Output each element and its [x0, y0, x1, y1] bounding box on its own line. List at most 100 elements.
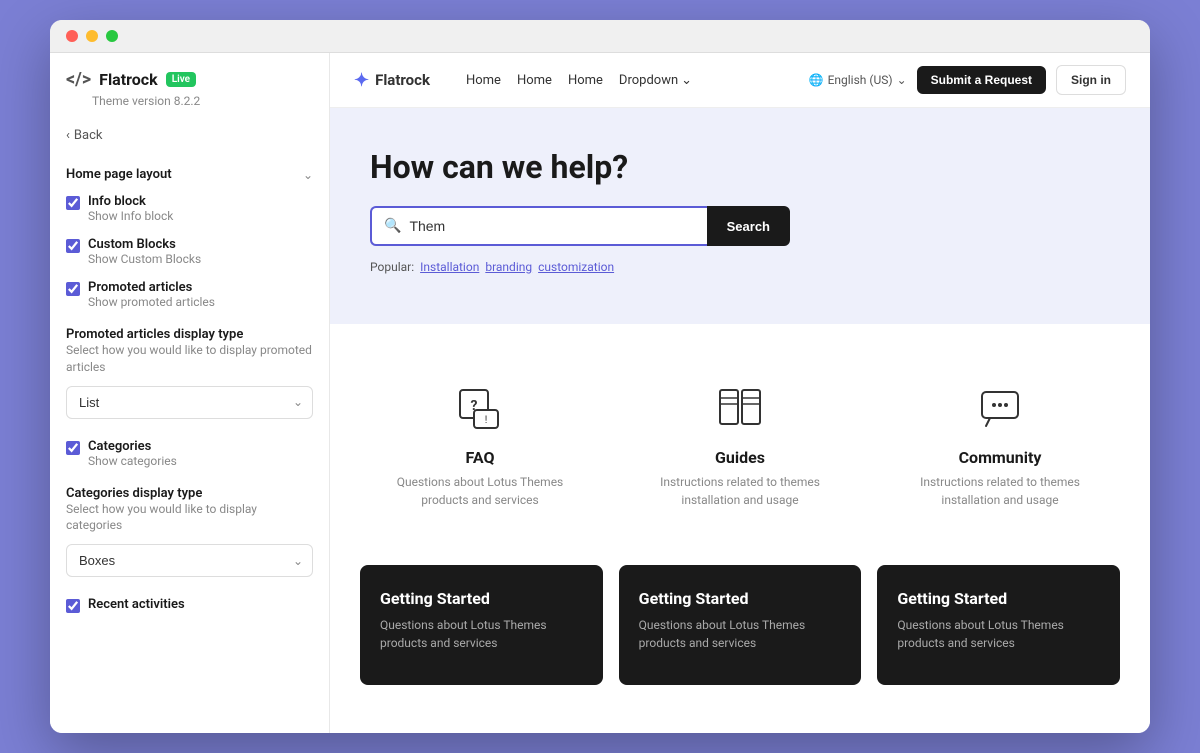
community-icon	[972, 380, 1028, 436]
language-label: English (US)	[828, 73, 893, 87]
nav-right: 🌐 English (US) ⌄ Submit a Request Sign i…	[809, 65, 1126, 95]
faq-card[interactable]: ? ! FAQ Questions about Lotus Themes pro…	[360, 360, 600, 529]
chevron-down-icon: ⌄	[303, 168, 313, 182]
browser-chrome	[50, 20, 1150, 53]
gs-title-2: Getting Started	[639, 589, 842, 608]
info-block-item: Info block Show Info block	[66, 194, 313, 223]
nav-dropdown[interactable]: Dropdown ⌄	[619, 73, 692, 88]
back-arrow-icon: ‹	[66, 128, 70, 143]
guides-card[interactable]: Guides Instructions related to themes in…	[620, 360, 860, 529]
navbar-brand: ✦ Flatrock	[354, 70, 430, 91]
faq-description: Questions about Lotus Themes products an…	[390, 473, 570, 509]
community-description: Instructions related to themes installat…	[910, 473, 1090, 509]
search-icon: 🔍	[384, 218, 401, 234]
popular-link-installation[interactable]: Installation	[420, 260, 479, 274]
gs-desc-3: Questions about Lotus Themes products an…	[897, 616, 1100, 652]
brand-icon: ✦	[354, 70, 369, 91]
recent-activities-checkbox[interactable]	[66, 599, 80, 613]
language-chevron-icon: ⌄	[897, 73, 907, 87]
popular-links: Popular: Installation branding customiza…	[370, 260, 1110, 274]
nav-links: Home Home Home Dropdown ⌄	[466, 73, 789, 88]
sign-in-button[interactable]: Sign in	[1056, 65, 1126, 95]
nav-home-2[interactable]: Home	[517, 73, 552, 88]
svg-text:!: !	[485, 415, 488, 426]
nav-home-1[interactable]: Home	[466, 73, 501, 88]
minimize-dot[interactable]	[86, 30, 98, 42]
info-block-sublabel: Show Info block	[88, 209, 173, 223]
custom-blocks-sublabel: Show Custom Blocks	[88, 252, 201, 266]
promoted-display-select-wrapper: List Grid Carousel ⌄	[66, 386, 313, 419]
hero-title: How can we help?	[370, 148, 1110, 186]
close-dot[interactable]	[66, 30, 78, 42]
sidebar-version: Theme version 8.2.2	[92, 94, 313, 108]
categories-display-select-wrapper: Boxes List Grid ⌄	[66, 544, 313, 577]
brand-name: Flatrock	[375, 71, 430, 89]
navbar: ✦ Flatrock Home Home Home Dropdown ⌄ 🌐 E…	[330, 53, 1150, 108]
back-label: Back	[74, 128, 103, 143]
promoted-display-title: Promoted articles display type	[66, 327, 243, 342]
gs-desc-1: Questions about Lotus Themes products an…	[380, 616, 583, 652]
promoted-display-description: Select how you would like to display pro…	[66, 342, 313, 376]
section-home-page-layout: Home page layout ⌄	[66, 167, 313, 182]
language-selector[interactable]: 🌐 English (US) ⌄	[809, 73, 907, 87]
search-input-wrapper: 🔍	[370, 206, 707, 246]
categories-sublabel: Show categories	[88, 454, 177, 468]
popular-link-customization[interactable]: customization	[538, 260, 614, 274]
gs-title-1: Getting Started	[380, 589, 583, 608]
dropdown-chevron-icon: ⌄	[681, 73, 692, 88]
promoted-articles-item: Promoted articles Show promoted articles	[66, 280, 313, 309]
getting-started-card-2[interactable]: Getting Started Questions about Lotus Th…	[619, 565, 862, 685]
sidebar: </> Flatrock Live Theme version 8.2.2 ‹ …	[50, 53, 330, 733]
categories-display-select[interactable]: Boxes List Grid	[66, 544, 313, 577]
categories-checkbox[interactable]	[66, 441, 80, 455]
sidebar-header: </> Flatrock Live	[66, 69, 313, 90]
logo-icon: </>	[66, 69, 91, 90]
guides-title: Guides	[715, 448, 765, 467]
recent-activities-item: Recent activities	[66, 597, 313, 613]
custom-blocks-checkbox[interactable]	[66, 239, 80, 253]
community-title: Community	[959, 448, 1042, 467]
nav-home-3[interactable]: Home	[568, 73, 603, 88]
gs-desc-2: Questions about Lotus Themes products an…	[639, 616, 842, 652]
search-button[interactable]: Search	[707, 206, 790, 246]
getting-started-section: Getting Started Questions about Lotus Th…	[330, 565, 1150, 715]
section-home-page-title: Home page layout	[66, 167, 172, 182]
categories-display-description: Select how you would like to display cat…	[66, 501, 313, 535]
categories-display-section: Categories display type Select how you w…	[66, 482, 313, 578]
categories-item: Categories Show categories	[66, 439, 313, 468]
custom-blocks-label: Custom Blocks	[88, 237, 201, 252]
categories-display-title: Categories display type	[66, 486, 202, 501]
recent-activities-label: Recent activities	[88, 597, 185, 612]
getting-started-card-3[interactable]: Getting Started Questions about Lotus Th…	[877, 565, 1120, 685]
back-link[interactable]: ‹ Back	[66, 124, 313, 147]
live-badge: Live	[166, 72, 196, 87]
promoted-articles-label: Promoted articles	[88, 280, 215, 295]
faq-icon: ? !	[452, 380, 508, 436]
info-block-label: Info block	[88, 194, 173, 209]
hero-section: How can we help? 🔍 Search Popular: Insta…	[330, 108, 1150, 324]
maximize-dot[interactable]	[106, 30, 118, 42]
cards-section: ? ! FAQ Questions about Lotus Themes pro…	[330, 324, 1150, 565]
sidebar-title: Flatrock	[99, 70, 158, 89]
community-card[interactable]: Community Instructions related to themes…	[880, 360, 1120, 529]
popular-link-branding[interactable]: branding	[485, 260, 532, 274]
categories-label: Categories	[88, 439, 177, 454]
promoted-articles-checkbox[interactable]	[66, 282, 80, 296]
search-bar: 🔍 Search	[370, 206, 790, 246]
gs-title-3: Getting Started	[897, 589, 1100, 608]
popular-label: Popular:	[370, 260, 414, 274]
browser-window: </> Flatrock Live Theme version 8.2.2 ‹ …	[50, 20, 1150, 733]
search-input[interactable]	[409, 208, 694, 244]
browser-content: </> Flatrock Live Theme version 8.2.2 ‹ …	[50, 53, 1150, 733]
promoted-display-section: Promoted articles display type Select ho…	[66, 323, 313, 419]
guides-icon	[712, 380, 768, 436]
promoted-articles-sublabel: Show promoted articles	[88, 295, 215, 309]
info-block-checkbox[interactable]	[66, 196, 80, 210]
main-content: ✦ Flatrock Home Home Home Dropdown ⌄ 🌐 E…	[330, 53, 1150, 733]
promoted-display-select[interactable]: List Grid Carousel	[66, 386, 313, 419]
dropdown-label: Dropdown	[619, 73, 678, 88]
getting-started-card-1[interactable]: Getting Started Questions about Lotus Th…	[360, 565, 603, 685]
faq-title: FAQ	[466, 448, 495, 467]
globe-icon: 🌐	[809, 73, 824, 87]
submit-request-button[interactable]: Submit a Request	[917, 66, 1046, 94]
